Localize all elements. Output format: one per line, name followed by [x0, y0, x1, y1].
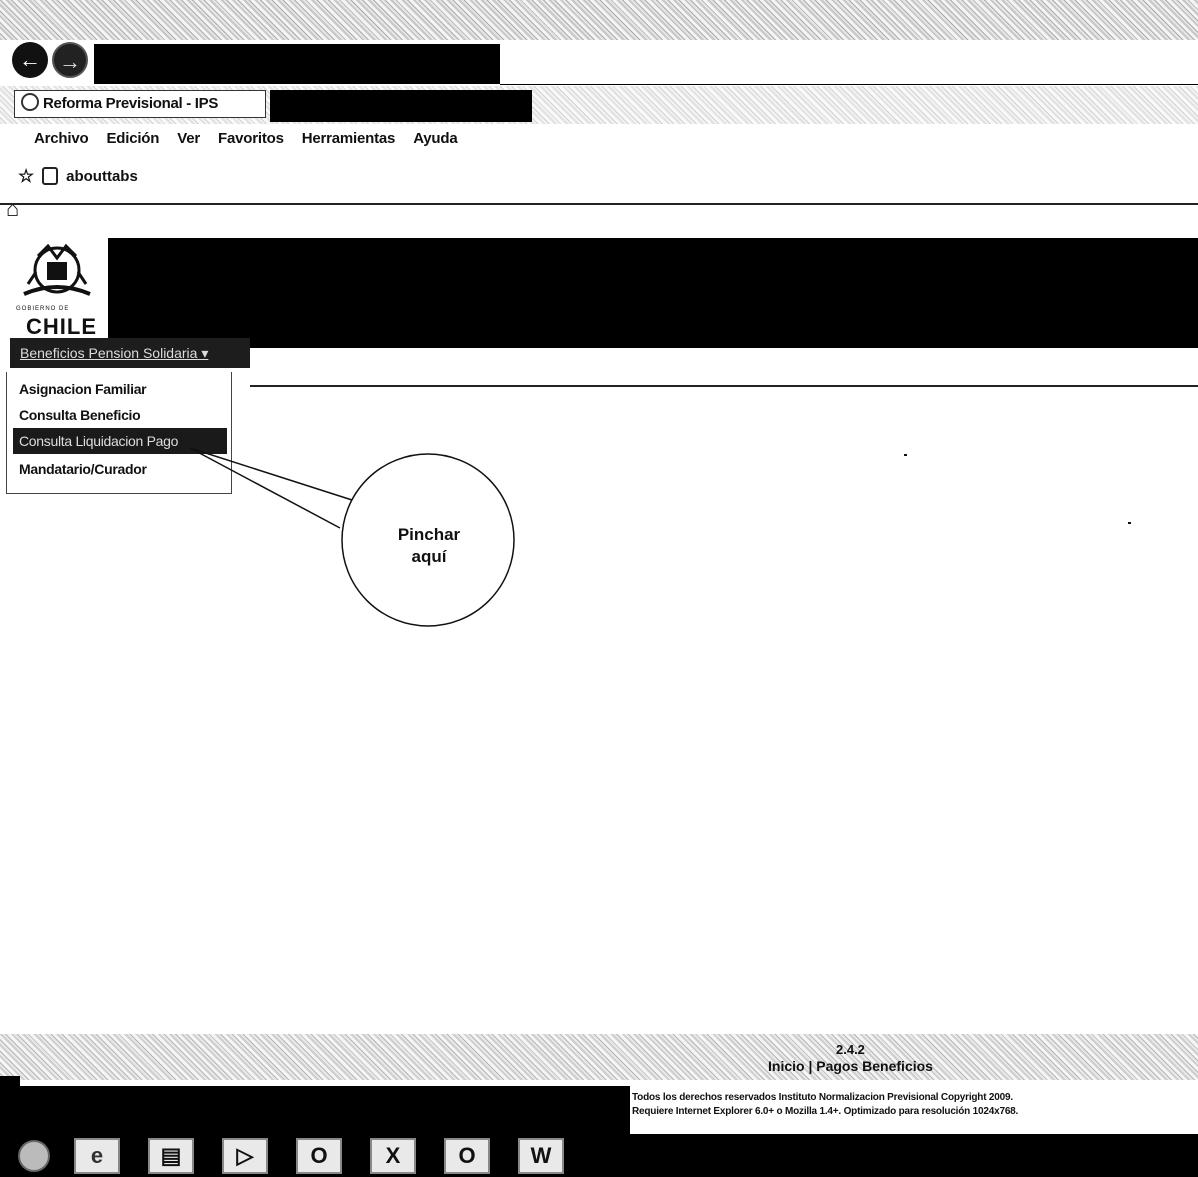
menu-ver[interactable]: Ver — [177, 130, 200, 156]
site-banner-lower — [108, 320, 1198, 348]
stray-mark — [1128, 522, 1131, 524]
copyright-line-2: Requiere Internet Explorer 6.0+ o Mozill… — [632, 1106, 1019, 1117]
footer-links[interactable]: Inicio | Pagos Beneficios — [768, 1058, 933, 1074]
address-divider — [500, 84, 1198, 85]
menu-bar: Archivo Edición Ver Favoritos Herramient… — [34, 130, 458, 156]
word-icon[interactable]: W — [518, 1138, 564, 1174]
callout-line-1: Pinchar — [397, 525, 461, 544]
callout-line-2: aquí — [411, 547, 447, 566]
nav-beneficios-label: Beneficios Pension Solidaria — [20, 345, 198, 361]
ie-page-icon — [21, 93, 39, 111]
menu-favoritos[interactable]: Favoritos — [218, 130, 284, 156]
menu-archivo[interactable]: Archivo — [34, 130, 89, 156]
menu-ayuda[interactable]: Ayuda — [413, 130, 457, 156]
logo-subtext: GOBIERNO DE — [16, 306, 70, 312]
media-player-icon[interactable]: ▷ — [222, 1138, 268, 1174]
page-icon — [42, 167, 59, 185]
nav-underline — [250, 385, 1198, 387]
back-button[interactable]: ← — [12, 42, 48, 78]
nav-beneficios-button[interactable]: Beneficios Pension Solidaria ▾ — [10, 338, 250, 368]
menu-herramientas[interactable]: Herramientas — [302, 130, 396, 156]
copyright-line-1: Todos los derechos reservados Instituto … — [632, 1092, 1013, 1103]
outlook-mail-icon[interactable]: O — [444, 1138, 490, 1174]
favorites-bar: ☆ abouttabs — [18, 164, 138, 188]
browser-tab-title: Reforma Previsional - IPS — [43, 95, 219, 112]
footer-bar — [0, 1034, 1198, 1080]
address-bar-redacted[interactable] — [94, 44, 500, 84]
file-explorer-icon[interactable]: ▤ — [148, 1138, 194, 1174]
browser-tab-redacted[interactable] — [270, 90, 532, 122]
start-orb-icon[interactable] — [18, 1140, 50, 1172]
internet-explorer-icon[interactable]: e — [74, 1138, 120, 1174]
favorites-item-abouttabs[interactable]: abouttabs — [66, 168, 138, 185]
menu-item-asignacion-familiar[interactable]: Asignacion Familiar — [13, 376, 227, 402]
browser-tab-active[interactable]: Reforma Previsional - IPS — [14, 90, 266, 118]
footer-redacted — [0, 1086, 630, 1136]
home-icon[interactable]: ⌂ — [6, 196, 19, 222]
taskbar-icons: e ▤ ▷ O X O W — [0, 1136, 578, 1176]
site-banner-redacted — [108, 238, 1198, 320]
menu-edicion[interactable]: Edición — [106, 130, 159, 156]
add-favorite-star-icon[interactable]: ☆ — [18, 166, 34, 187]
menu-item-consulta-beneficio[interactable]: Consulta Beneficio — [13, 402, 227, 428]
stray-mark — [904, 454, 907, 456]
toolbar-divider — [0, 203, 1198, 205]
callout-text: Pinchar aquí — [374, 524, 484, 568]
excel-icon[interactable]: X — [370, 1138, 416, 1174]
logo-text: CHILE — [26, 314, 97, 339]
forward-button[interactable]: → — [52, 42, 88, 78]
outlook-icon[interactable]: O — [296, 1138, 342, 1174]
title-bar-noise — [0, 0, 1198, 40]
version-label: 2.4.2 — [836, 1042, 865, 1057]
